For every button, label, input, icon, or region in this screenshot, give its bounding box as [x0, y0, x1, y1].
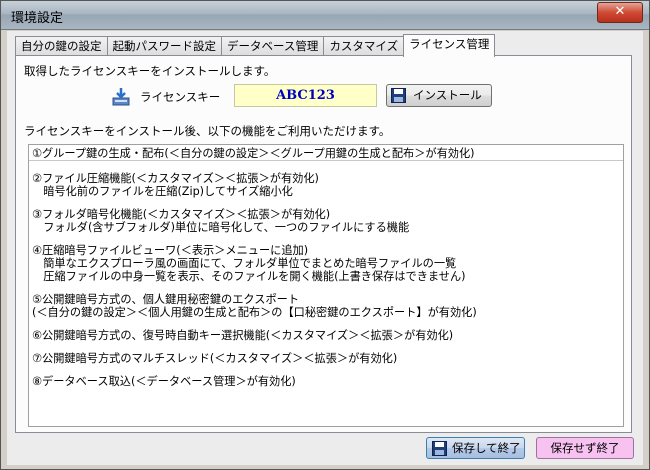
settings-window: 環境設定 ✕ 自分の鍵の設定 起動パスワード設定 データベース管理 カスタマイズ…: [0, 0, 650, 470]
intro-text: 取得したライセンスキーをインストールします。: [24, 64, 276, 78]
feature-item: ②ファイル圧縮機能(＜カスタマイズ＞＜拡張＞が有効化) 暗号化前のファイルを圧縮…: [32, 172, 319, 198]
tab-license-management[interactable]: ライセンス管理: [403, 34, 496, 57]
tab-customize[interactable]: カスタマイズ: [323, 36, 405, 56]
tab-startup-password[interactable]: 起動パスワード設定: [106, 36, 222, 56]
save-and-exit-button[interactable]: 保存して終了: [426, 437, 525, 459]
license-key-input[interactable]: ABC123: [234, 84, 377, 107]
exit-without-saving-button[interactable]: 保存せず終了: [536, 437, 634, 459]
dialog-client-area: 自分の鍵の設定 起動パスワード設定 データベース管理 カスタマイズ ライセンス管…: [7, 31, 643, 465]
install-download-icon: [112, 88, 130, 106]
title-bar[interactable]: 環境設定 ✕: [1, 1, 649, 30]
available-features-text: ライセンスキーをインストール後、以下の機能をご利用いただけます。: [24, 124, 391, 138]
feature-item: ③フォルダ暗号化機能(＜カスタマイズ＞＜拡張＞が有効化) フォルダ(含サブフォル…: [32, 208, 410, 234]
save-and-exit-label: 保存して終了: [452, 441, 521, 455]
tab-my-key-settings[interactable]: 自分の鍵の設定: [15, 36, 108, 56]
feature-item: ⑥公開鍵暗号方式の、復号時自動キー選択機能(＜カスタマイズ＞＜拡張＞が有効化): [32, 329, 454, 342]
close-button[interactable]: ✕: [597, 2, 643, 23]
floppy-icon: [432, 441, 447, 456]
tab-database-management[interactable]: データベース管理: [221, 36, 325, 56]
floppy-icon: [391, 88, 406, 103]
license-panel: 取得したライセンスキーをインストールします。 ライセンスキー ABC123 イン…: [15, 55, 632, 433]
feature-item: ⑧データベース取込(＜データベース管理＞が有効化): [32, 375, 296, 388]
tab-strip: 自分の鍵の設定 起動パスワード設定 データベース管理 カスタマイズ ライセンス管…: [15, 34, 496, 57]
feature-item: ⑦公開鍵暗号方式のマルチスレッド(＜カスタマイズ＞＜拡張＞が有効化): [32, 352, 398, 365]
features-list[interactable]: ①グループ鍵の生成・配布(＜自分の鍵の設定＞＜グループ用鍵の生成と配布＞が有効化…: [28, 144, 624, 427]
install-button[interactable]: インストール: [386, 84, 492, 107]
install-button-label: インストール: [413, 88, 482, 102]
feature-item: ④圧縮暗号ファイルビューワ(＜表示＞メニューに追加) 簡単なエクスプローラ風の画…: [32, 244, 466, 283]
license-key-label: ライセンスキー: [140, 90, 221, 104]
window-title: 環境設定: [11, 11, 64, 26]
feature-item: ①グループ鍵の生成・配布(＜自分の鍵の設定＞＜グループ用鍵の生成と配布＞が有効化…: [29, 147, 623, 161]
feature-item: ⑤公開鍵暗号方式の、個人鍵用秘密鍵のエクスポート (＜自分の鍵の設定＞＜個人用鍵…: [32, 293, 477, 319]
close-icon: ✕: [614, 4, 626, 19]
